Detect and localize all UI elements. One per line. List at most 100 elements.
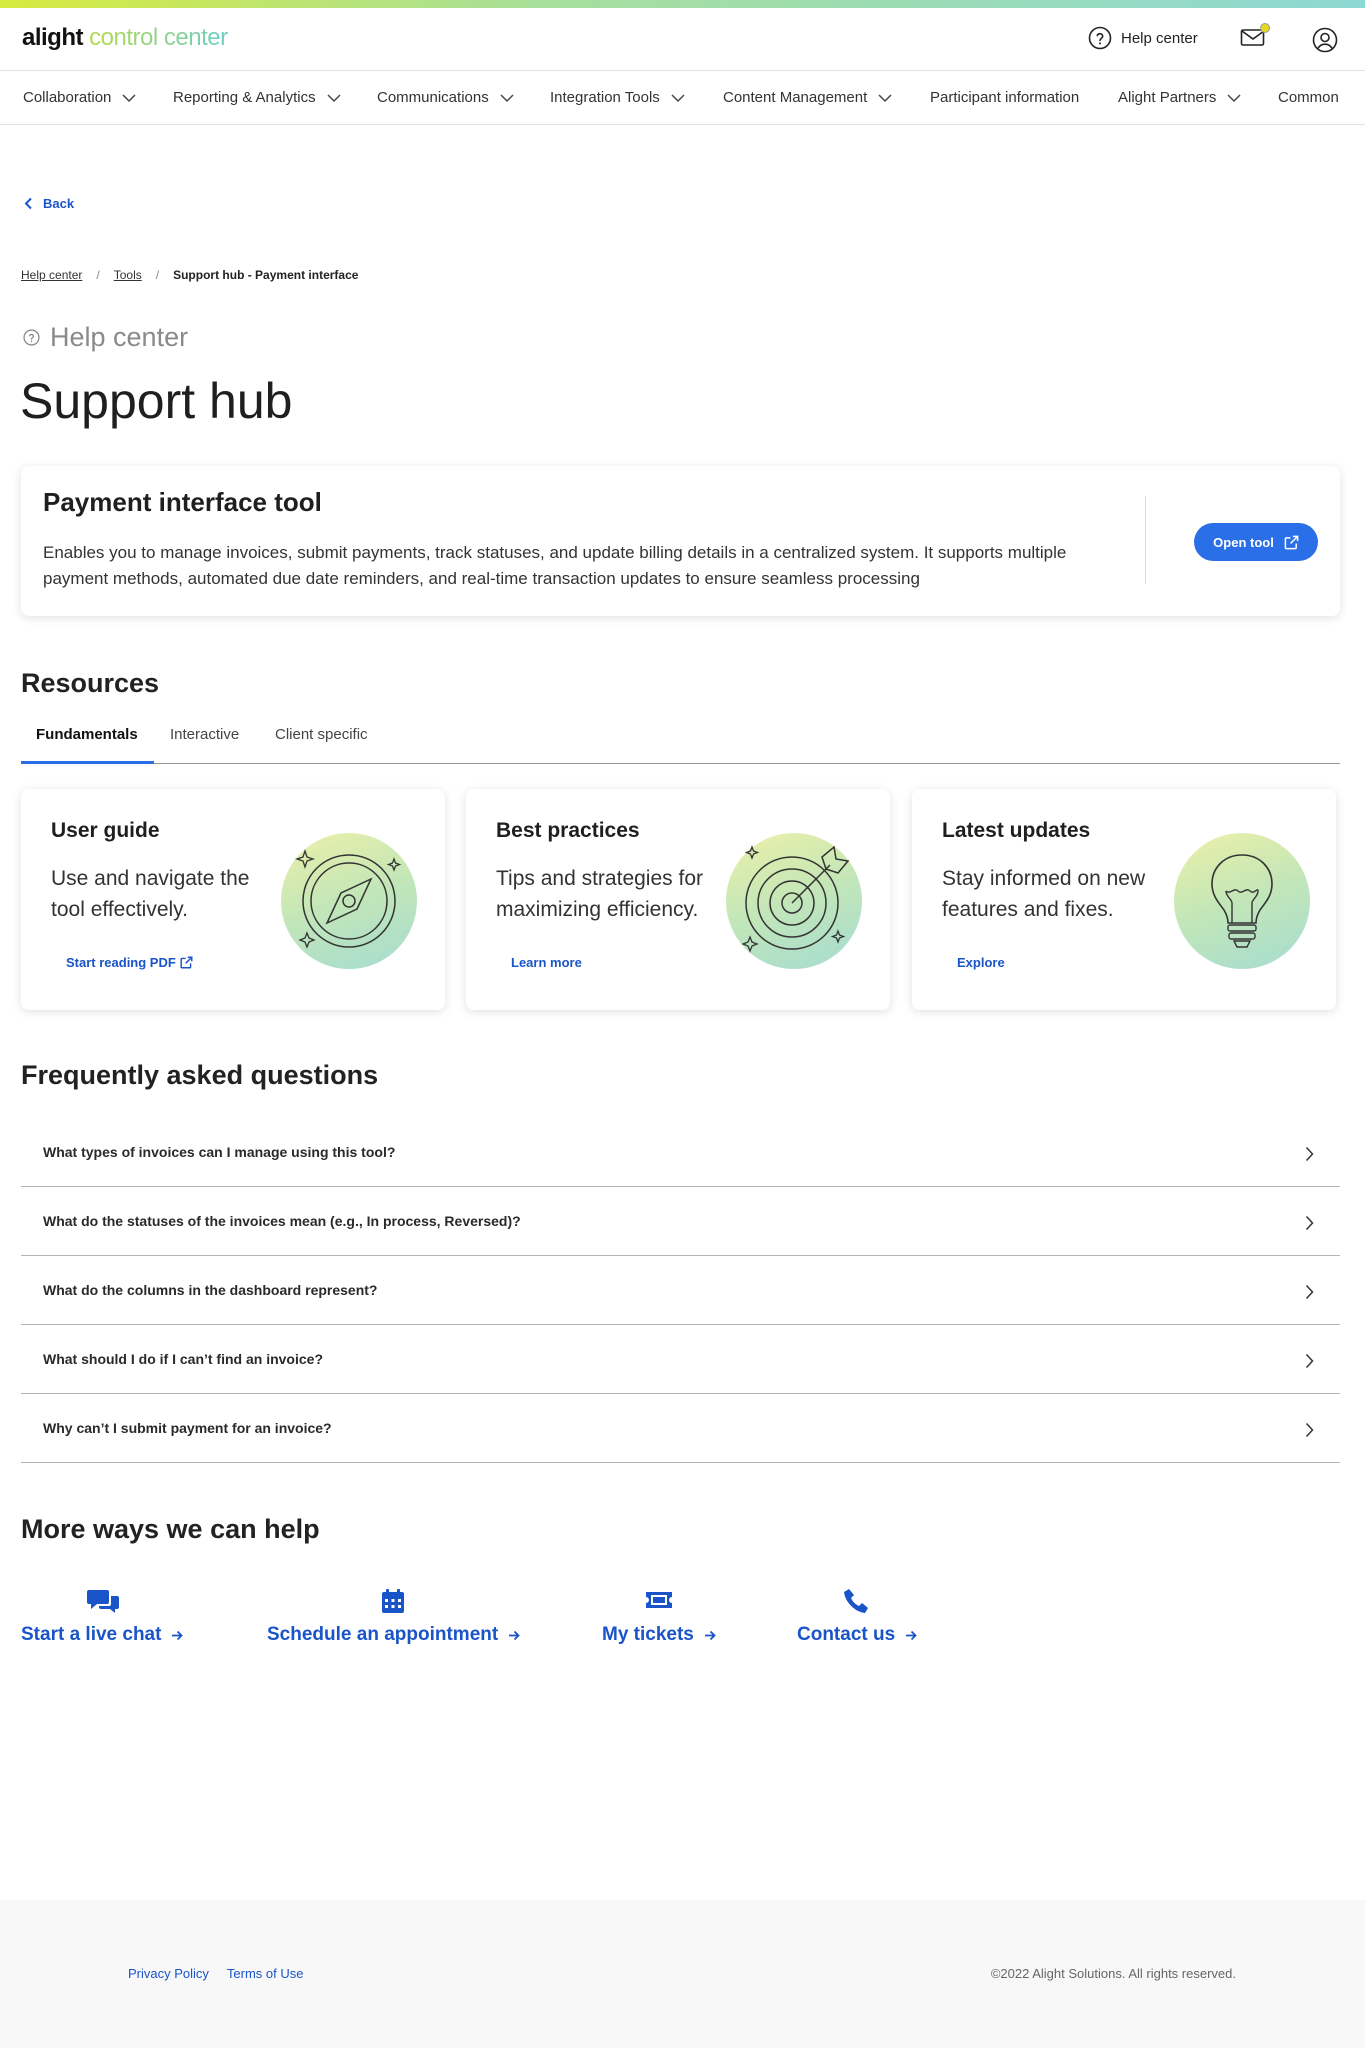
breadcrumb-separator: / [155, 268, 160, 282]
start-reading-pdf-link[interactable]: Start reading PDF [66, 955, 193, 970]
resource-card-description: Tips and strategies for maximizing effic… [496, 867, 703, 921]
chevron-down-icon [671, 93, 685, 102]
chevron-down-icon [1227, 93, 1241, 102]
chevron-right-icon [1305, 1146, 1314, 1162]
active-tab-indicator [21, 761, 154, 764]
resource-card-link-label: Start reading PDF [66, 955, 176, 970]
arrow-right-icon [509, 1630, 520, 1640]
tab-fundamentals[interactable]: Fundamentals [36, 726, 138, 743]
chevron-left-icon [24, 197, 32, 210]
chevron-right-icon [1305, 1215, 1314, 1231]
chat-icon [87, 1590, 119, 1613]
faq-item[interactable]: What do the statuses of the invoices mea… [21, 1187, 1340, 1256]
faq-heading: Frequently asked questions [21, 1060, 379, 1090]
lightbulb-icon [1211, 854, 1273, 948]
question-circle-icon [1088, 26, 1112, 50]
page-title: Support hub [20, 373, 293, 429]
learn-more-link[interactable]: Learn more [511, 955, 582, 970]
faq-item[interactable]: Why can’t I submit payment for an invoic… [21, 1394, 1340, 1463]
nav-item-label: Collaboration [23, 89, 112, 106]
chevron-down-icon [327, 93, 341, 102]
calendar-icon [382, 1589, 404, 1613]
breadcrumb-separator: / [96, 268, 100, 282]
help-option-text: Start a live chat [21, 1624, 162, 1645]
ticket-icon [646, 1592, 672, 1608]
resources-heading: Resources [21, 668, 160, 698]
help-option-label: Start a live chat [21, 1624, 184, 1646]
terms-of-use-link[interactable]: Terms of Use [227, 1966, 304, 1981]
lightbulb-illustration [1174, 833, 1310, 969]
nav-item-communications[interactable]: Communications [377, 89, 515, 106]
help-option-label: Contact us [797, 1624, 917, 1646]
divider [1145, 496, 1146, 584]
nav-item-label: Integration Tools [550, 89, 660, 106]
question-circle-icon [23, 329, 40, 346]
resources-tabs: Fundamentals Interactive Client specific [21, 714, 1340, 764]
chevron-right-icon [1305, 1422, 1314, 1438]
breadcrumb: Help center / Tools / Support hub - Paym… [21, 268, 358, 282]
tool-card: Payment interface tool Enables you to ma… [21, 466, 1340, 616]
page-footer: Privacy Policy Terms of Use ©2022 Alight… [0, 1900, 1365, 2048]
help-option-text: Contact us [797, 1624, 896, 1645]
external-link-icon [1284, 535, 1299, 549]
chevron-right-icon [1305, 1353, 1314, 1369]
faq-question: What do the statuses of the invoices mea… [43, 1213, 521, 1229]
help-option-label: Schedule an appointment [267, 1624, 520, 1646]
faq-item[interactable]: What do the columns in the dashboard rep… [21, 1256, 1340, 1325]
back-label: Back [43, 196, 75, 211]
tab-client-specific[interactable]: Client specific [275, 726, 368, 743]
external-link-icon [180, 956, 193, 969]
mail-button[interactable] [1240, 23, 1270, 53]
nav-item-alight-partners[interactable]: Alight Partners [1118, 89, 1242, 106]
nav-item-participant-information[interactable]: Participant information [930, 89, 1079, 106]
faq-item[interactable]: What should I do if I can’t find an invo… [21, 1325, 1340, 1394]
nav-item-label: Content Management [723, 89, 868, 106]
faq-item[interactable]: What types of invoices can I manage usin… [21, 1118, 1340, 1187]
nav-item-label: Communications [377, 89, 489, 106]
faq-question: Why can’t I submit payment for an invoic… [43, 1420, 332, 1436]
resource-card-link-label: Explore [957, 955, 1005, 970]
user-circle-icon [1312, 27, 1338, 53]
eyebrow-label: Help center [50, 322, 189, 352]
breadcrumb-current: Support hub - Payment interface [173, 268, 359, 282]
help-option-label: My tickets [602, 1624, 716, 1646]
header-help-center-link[interactable]: Help center [1088, 26, 1198, 50]
nav-item-reporting[interactable]: Reporting & Analytics [173, 89, 342, 106]
privacy-policy-link[interactable]: Privacy Policy [128, 1966, 209, 1981]
open-tool-button[interactable]: Open tool [1194, 523, 1318, 561]
nav-item-label: Participant information [930, 89, 1080, 106]
explore-link[interactable]: Explore [957, 955, 1005, 970]
breadcrumb-tools[interactable]: Tools [114, 268, 142, 282]
tool-title: Payment interface tool [43, 487, 322, 517]
chevron-down-icon [122, 93, 136, 102]
main-nav: Collaboration Reporting & Analytics Comm… [0, 72, 1365, 125]
nav-item-common[interactable]: Common [1278, 89, 1339, 106]
resource-card-latest-updates: Latest updates Stay informed on new feat… [912, 789, 1336, 1010]
chevron-down-icon [500, 93, 514, 102]
help-option-text: My tickets [602, 1624, 694, 1645]
notification-dot [1260, 23, 1270, 33]
chevron-down-icon [878, 93, 892, 102]
footer-links: Privacy Policy Terms of Use [128, 1966, 304, 1981]
app-logo[interactable]: alight control center [22, 24, 228, 52]
resource-card-title: Best practices [496, 819, 640, 842]
resource-card-description: Stay informed on new features and fixes. [942, 867, 1146, 921]
help-option-text: Schedule an appointment [267, 1624, 499, 1645]
breadcrumb-help-center[interactable]: Help center [21, 268, 82, 282]
chevron-right-icon [1305, 1284, 1314, 1300]
nav-item-integration-tools[interactable]: Integration Tools [550, 89, 686, 106]
resource-card-link-label: Learn more [511, 955, 582, 970]
logo-brand: alight [22, 24, 84, 51]
copyright: ©2022 Alight Solutions. All rights reser… [990, 1966, 1236, 1981]
resource-card-title: Latest updates [942, 819, 1091, 842]
back-link[interactable]: Back [24, 196, 74, 211]
tab-interactive[interactable]: Interactive [170, 726, 239, 743]
compass-illustration [281, 833, 417, 969]
nav-item-label: Reporting & Analytics [173, 89, 316, 106]
resource-card-user-guide: User guide Use and navigate the tool eff… [21, 789, 445, 1010]
user-profile-button[interactable] [1312, 27, 1338, 58]
app-header: alight control center Help center [0, 8, 1365, 71]
page-eyebrow: Help center [23, 322, 188, 353]
nav-item-content-management[interactable]: Content Management [723, 89, 893, 106]
nav-item-collaboration[interactable]: Collaboration [23, 89, 137, 106]
